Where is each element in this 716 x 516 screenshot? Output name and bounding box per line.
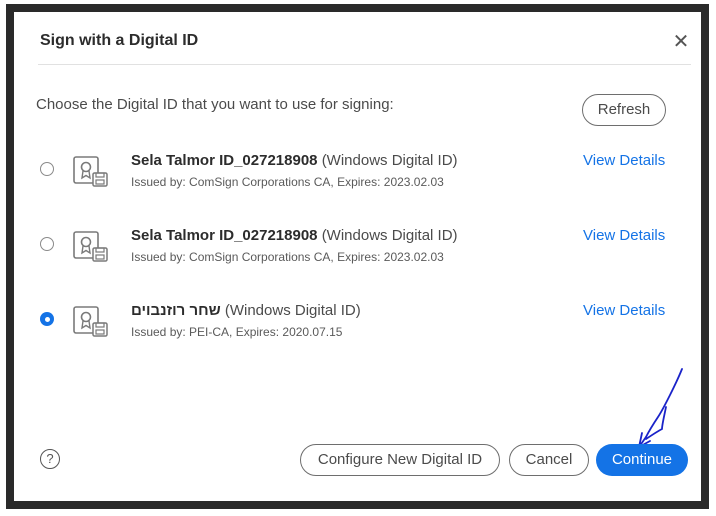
digital-id-row[interactable]: Sela Talmor ID_027218908 (Windows Digita…	[14, 225, 701, 275]
id-issued-info: Issued by: ComSign Corporations CA, Expi…	[131, 175, 444, 189]
certificate-icon	[73, 156, 108, 187]
id-name-line: שחר רוזנבוים (Windows Digital ID)	[131, 302, 361, 319]
id-name: Sela Talmor ID_027218908	[131, 152, 318, 169]
view-details-link[interactable]: View Details	[583, 152, 665, 169]
digital-id-row[interactable]: שחר רוזנבוים (Windows Digital ID) Issued…	[14, 300, 701, 350]
id-name: Sela Talmor ID_027218908	[131, 227, 318, 244]
view-details-link[interactable]: View Details	[583, 302, 665, 319]
refresh-button[interactable]: Refresh	[582, 94, 666, 126]
continue-button[interactable]: Continue	[596, 444, 688, 476]
id-radio[interactable]	[40, 162, 54, 176]
help-icon[interactable]: ?	[40, 449, 60, 469]
id-name-line: Sela Talmor ID_027218908 (Windows Digita…	[131, 227, 458, 244]
view-details-link[interactable]: View Details	[583, 227, 665, 244]
digital-id-row[interactable]: Sela Talmor ID_027218908 (Windows Digita…	[14, 150, 701, 200]
id-type: (Windows Digital ID)	[321, 152, 458, 169]
configure-new-digital-id-button[interactable]: Configure New Digital ID	[300, 444, 500, 476]
id-type: (Windows Digital ID)	[224, 302, 361, 319]
choose-id-prompt: Choose the Digital ID that you want to u…	[36, 96, 394, 113]
certificate-icon	[73, 231, 108, 262]
cancel-button[interactable]: Cancel	[509, 444, 589, 476]
id-type: (Windows Digital ID)	[321, 227, 458, 244]
id-issued-info: Issued by: ComSign Corporations CA, Expi…	[131, 250, 444, 264]
dialog-title: Sign with a Digital ID	[40, 32, 199, 49]
id-radio[interactable]	[40, 237, 54, 251]
title-divider	[38, 64, 691, 65]
id-name-line: Sela Talmor ID_027218908 (Windows Digita…	[131, 152, 458, 169]
certificate-icon	[73, 306, 108, 337]
sign-digital-id-dialog: Sign with a Digital ID ✕ Choose the Digi…	[14, 12, 701, 501]
id-radio-selected[interactable]	[40, 312, 54, 326]
close-icon[interactable]: ✕	[669, 30, 693, 54]
id-name: שחר רוזנבוים	[131, 302, 221, 319]
id-issued-info: Issued by: PEI-CA, Expires: 2020.07.15	[131, 325, 343, 339]
